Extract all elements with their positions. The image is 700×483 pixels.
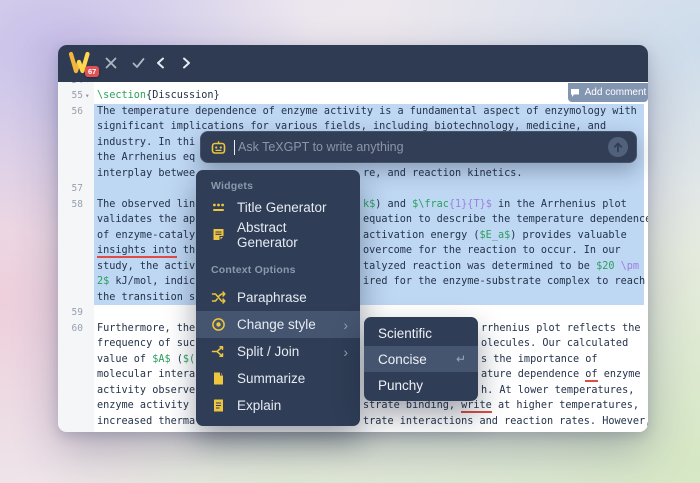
menu-item-paraphrase[interactable]: Paraphrase <box>196 284 360 311</box>
menu-item-abstract-generator[interactable]: Abstract Generator <box>196 221 360 248</box>
explain-icon <box>211 398 226 413</box>
code-text: increased therma <box>97 414 195 430</box>
return-icon: ↵ <box>456 352 466 366</box>
submenu-item-label: Scientific <box>378 326 432 341</box>
add-comment-label: Add comment <box>585 87 647 98</box>
chevron-right-icon: › <box>343 318 348 332</box>
code-text: The observed lin <box>97 197 195 213</box>
menu-item-title-generator[interactable]: Title Generator <box>196 194 360 221</box>
menu-item-label: Change style <box>237 317 316 332</box>
code-text: \section{Discussion} <box>97 88 220 104</box>
code-text: talyzed reaction was determined to be $2… <box>363 259 639 275</box>
comment-bubble-icon <box>570 88 580 98</box>
menu-item-label: Split / Join <box>237 344 299 359</box>
submenu-item-concise[interactable]: Concise ↵ <box>364 346 478 372</box>
change-style-submenu: Scientific Concise ↵ Punchy <box>364 317 478 401</box>
code-text: olecules. Our calculated <box>481 336 628 352</box>
add-comment-button[interactable]: Add comment <box>568 83 648 102</box>
menu-item-label: Summarize <box>237 371 305 386</box>
abstract-icon <box>211 227 226 242</box>
code-text: the Arrhenius eq <box>97 150 195 166</box>
text-cursor <box>234 140 235 155</box>
menu-section-label: Widgets <box>196 178 360 194</box>
robot-icon <box>211 140 226 155</box>
line-number: 55 <box>58 88 83 104</box>
context-menu: Widgets Title Generator Abstract Generator… <box>196 170 360 426</box>
code-text: h. At lower temperatures, <box>481 383 634 399</box>
menu-item-split-join[interactable]: Split / Join › <box>196 338 360 365</box>
close-icon[interactable] <box>104 56 118 70</box>
code-text: k$) and $\frac{1}{T}$ in the Arrhenius p… <box>363 197 627 213</box>
submenu-item-scientific[interactable]: Scientific <box>364 320 478 346</box>
code-text: activity observe <box>97 383 195 399</box>
code-text: interplay betwee <box>97 166 195 182</box>
code-text: activation energy ($E_a$) provides valua… <box>363 228 627 244</box>
code-text: Furthermore, the <box>97 321 195 337</box>
menu-item-explain[interactable]: Explain <box>196 392 360 419</box>
texgpt-input[interactable]: Ask TeXGPT to write anything <box>200 131 637 163</box>
texgpt-placeholder: Ask TeXGPT to write anything <box>238 140 608 154</box>
summarize-icon <box>211 371 226 386</box>
arrow-up-icon <box>613 142 623 153</box>
code-text: study, the activ <box>97 259 195 275</box>
line-number: 58 <box>58 197 83 213</box>
code-text: industry. In thi <box>97 135 195 151</box>
menu-item-label: Abstract Generator <box>237 220 348 250</box>
forward-icon[interactable] <box>182 57 191 69</box>
line-number: 60 <box>58 321 83 337</box>
code-text: equation to describe the temperature dep… <box>363 212 648 228</box>
menu-item-change-style[interactable]: Change style › <box>196 311 360 338</box>
paraphrase-icon <box>211 290 226 305</box>
selection-highlight <box>94 181 644 197</box>
code-text: molecular intera <box>97 367 195 383</box>
texgpt-editor-window: 67 54▾55▾\section{Discussion}56The tempe… <box>58 45 648 432</box>
code-text: rrhenius plot reflects the <box>481 321 640 337</box>
notification-badge: 67 <box>85 66 99 77</box>
check-icon[interactable] <box>131 56 146 70</box>
code-text: of enzyme-cataly <box>97 228 195 244</box>
menu-item-label: Paraphrase <box>237 290 307 305</box>
fold-caret-icon[interactable]: ▾ <box>85 88 90 104</box>
menu-section-label: Context Options <box>196 262 360 278</box>
code-text: The temperature dependence of enzyme act… <box>97 104 637 120</box>
send-button[interactable] <box>608 137 628 157</box>
code-text: overcome for the reaction to occur. In o… <box>363 243 621 259</box>
menu-item-label: Explain <box>237 398 281 413</box>
code-text: s the importance of <box>481 352 598 368</box>
menu-item-label: Title Generator <box>237 200 327 215</box>
code-text: trate interactions and reaction rates. H… <box>363 414 648 430</box>
toolbar: 67 <box>58 45 648 82</box>
code-text: re, and reaction kinetics. <box>363 166 522 182</box>
back-icon[interactable] <box>156 57 165 69</box>
code-row[interactable]: 55▾ \section{Discussion} <box>58 88 648 104</box>
code-text: frequency of suc <box>97 336 195 352</box>
code-text: the transition s <box>97 290 195 306</box>
code-text: ired for the enzyme-substrate complex to… <box>363 274 645 290</box>
submenu-item-label: Punchy <box>378 378 423 393</box>
split-join-icon <box>211 344 226 359</box>
code-text: validates the ap <box>97 212 195 228</box>
submenu-item-punchy[interactable]: Punchy <box>364 372 478 398</box>
submenu-item-label: Concise <box>378 352 427 367</box>
code-text: value of $A$ ($( <box>97 352 195 368</box>
app-logo: 67 <box>66 50 96 78</box>
code-text: enzyme activity <box>97 398 195 414</box>
line-number: 57 <box>58 181 83 197</box>
code-text: 2$ kJ/mol, indic <box>97 274 195 290</box>
change-style-icon <box>211 317 226 332</box>
code-text: ature dependence of enzyme <box>481 367 641 383</box>
title-icon <box>211 200 226 215</box>
line-number: 56 <box>58 104 83 120</box>
chevron-right-icon: › <box>343 345 348 359</box>
menu-item-summarize[interactable]: Summarize <box>196 365 360 392</box>
code-text: insights into th <box>97 243 195 259</box>
code-row[interactable]: 56 The temperature dependence of enzyme a… <box>58 104 648 120</box>
line-number: 59 <box>58 305 83 321</box>
